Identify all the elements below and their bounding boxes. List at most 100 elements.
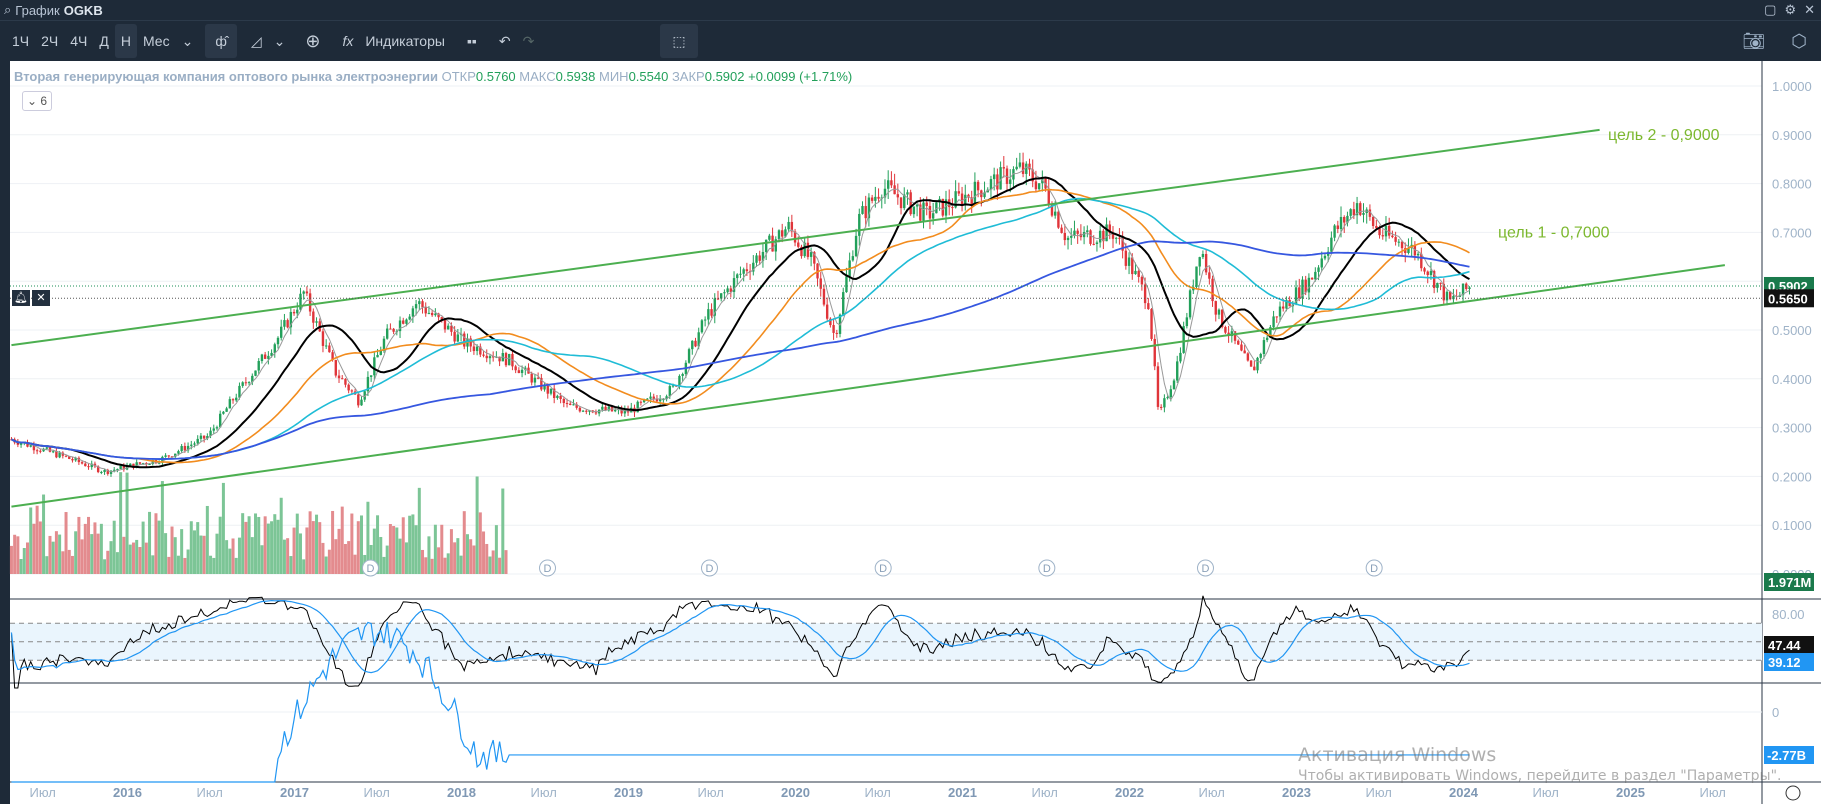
- undo-icon[interactable]: ↶: [493, 24, 517, 58]
- selection-tool-icon[interactable]: ⬚: [660, 24, 698, 58]
- volume-bar: [437, 547, 441, 574]
- alert-bell-icon[interactable]: 🔔︎: [12, 290, 30, 306]
- chart-canvas[interactable]: 1.00000.90000.80000.70000.60000.50000.40…: [0, 61, 1821, 804]
- time-tick: 2025: [1616, 785, 1645, 800]
- gear-icon[interactable]: ⚙: [1784, 2, 1796, 18]
- volume-bar: [112, 520, 116, 574]
- candle: [308, 293, 312, 312]
- candle: [408, 316, 411, 320]
- candle: [707, 309, 710, 320]
- candle: [687, 349, 691, 363]
- volume-bar: [192, 530, 196, 574]
- candle: [231, 399, 235, 401]
- interval-2h[interactable]: 2Ч: [35, 24, 64, 58]
- volume-bar: [241, 513, 245, 574]
- close-icon[interactable]: ✕: [1804, 2, 1815, 18]
- interval-1h[interactable]: 1Ч: [6, 24, 35, 58]
- candle: [463, 333, 466, 347]
- candle: [1429, 271, 1433, 276]
- remove-alert-icon[interactable]: ✕: [32, 290, 50, 306]
- candle: [389, 328, 392, 330]
- candle: [238, 385, 241, 398]
- fx-icon[interactable]: fx: [336, 24, 359, 58]
- indicators-button[interactable]: Индикаторы: [359, 24, 451, 58]
- price-tick: 0.3000: [1772, 421, 1812, 436]
- candle: [691, 340, 694, 350]
- volume-bar: [80, 539, 84, 574]
- redo-icon[interactable]: ↷: [517, 24, 541, 58]
- interval-week[interactable]: Н: [114, 24, 137, 58]
- volume-bar: [244, 521, 248, 574]
- maximize-icon[interactable]: ▢: [1764, 2, 1776, 18]
- search-icon[interactable]: ⌕: [4, 2, 11, 18]
- candle: [1381, 235, 1384, 237]
- volume-bar: [273, 514, 277, 574]
- volume-bar: [315, 514, 319, 574]
- candle: [87, 466, 90, 468]
- camera-icon[interactable]: 📷︎: [1742, 31, 1765, 52]
- volume-bar: [167, 556, 171, 574]
- templates-icon[interactable]: ▪▪: [461, 24, 483, 58]
- volume-bar: [87, 516, 91, 574]
- volume-bar: [282, 539, 286, 574]
- candle: [1086, 230, 1089, 233]
- interval-4h[interactable]: 4Ч: [64, 24, 93, 58]
- collapse-indicators-button[interactable]: ⌄ 6: [22, 91, 52, 111]
- volume-bar: [64, 512, 68, 574]
- chevron-down-icon[interactable]: ⌄: [176, 24, 200, 58]
- candle: [1204, 253, 1208, 273]
- close-value: 0.5902: [704, 69, 745, 84]
- candle: [19, 443, 23, 445]
- candle: [928, 205, 932, 219]
- candle: [992, 174, 996, 180]
- volume-bar: [225, 540, 229, 574]
- candle: [1352, 209, 1356, 216]
- alert-price-label: 0.5650: [1768, 291, 1808, 306]
- time-tick: 2024: [1449, 785, 1479, 800]
- candle: [183, 446, 187, 451]
- dividend-label: D: [544, 563, 552, 575]
- candle: [723, 292, 726, 294]
- candle: [556, 395, 559, 398]
- volume-bar: [343, 544, 347, 574]
- candle: [1098, 230, 1102, 243]
- candle: [430, 312, 434, 316]
- volume-bar: [125, 472, 129, 574]
- candle: [1330, 237, 1333, 252]
- candle: [1163, 398, 1166, 408]
- add-compare-icon[interactable]: ⊕: [299, 24, 326, 58]
- interval-day[interactable]: Д: [93, 24, 114, 58]
- candle: [385, 328, 389, 339]
- symbol-legend: Вторая генерирующая компания оптового ры…: [14, 69, 852, 84]
- candle: [1349, 209, 1352, 216]
- candles-icon[interactable]: ф̂: [205, 24, 237, 58]
- volume-bar: [180, 529, 184, 574]
- candle: [55, 451, 58, 458]
- candle: [951, 207, 954, 209]
- price-tick: 0.5000: [1772, 323, 1812, 338]
- candle: [925, 202, 928, 206]
- candle: [58, 452, 61, 458]
- candle: [45, 447, 48, 449]
- volume-bar: [38, 521, 42, 574]
- candle: [482, 354, 485, 356]
- candle: [1066, 237, 1070, 241]
- candle: [434, 313, 437, 316]
- volume-bar: [199, 535, 203, 574]
- candle: [819, 278, 822, 289]
- candle: [572, 404, 575, 406]
- dividend-label: D: [1370, 563, 1378, 575]
- candle: [1307, 277, 1311, 293]
- candle: [235, 397, 238, 401]
- settings-search-icon[interactable]: ⬡: [1791, 31, 1807, 52]
- area-chart-icon[interactable]: ◿: [245, 24, 268, 58]
- candle: [1416, 253, 1420, 256]
- volume-bar: [250, 537, 254, 574]
- interval-month[interactable]: Мес: [137, 24, 176, 58]
- candle: [569, 403, 572, 406]
- change-value: +0.0099 (+1.71%): [748, 69, 853, 84]
- volume-bar: [350, 513, 354, 574]
- chevron-down-icon[interactable]: ⌄: [268, 24, 292, 58]
- volume-bar: [408, 515, 412, 574]
- volume-bar: [475, 476, 479, 574]
